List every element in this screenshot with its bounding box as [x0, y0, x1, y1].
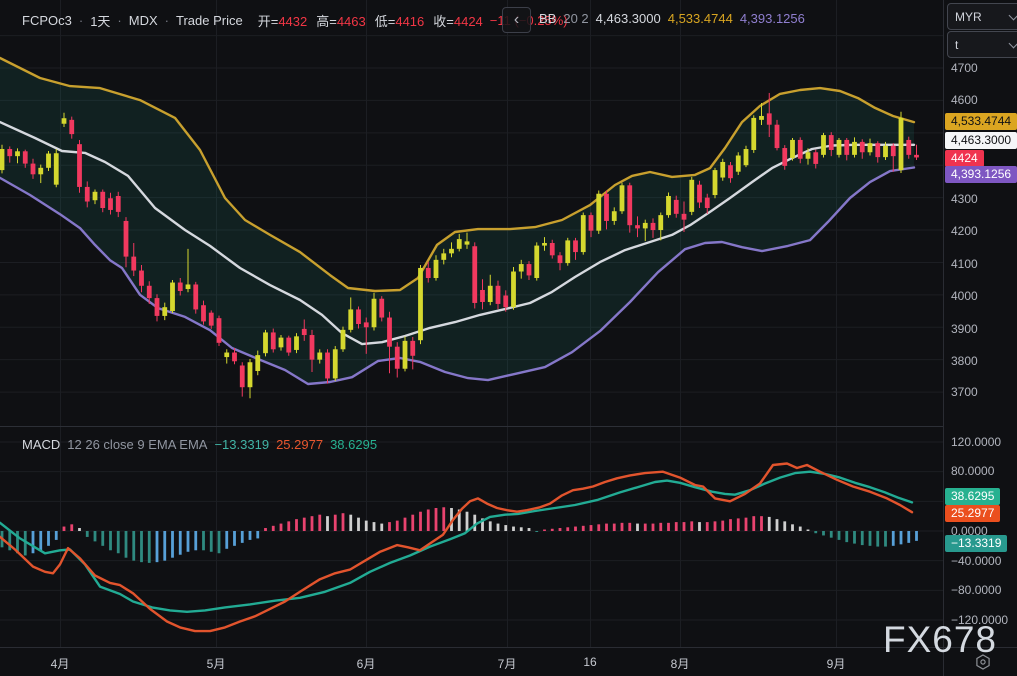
- time-tick-label: 6月: [342, 655, 390, 672]
- chevron-down-icon: [1009, 38, 1017, 48]
- chevron-down-icon: [1009, 10, 1017, 20]
- close-value: 4424: [454, 14, 483, 29]
- chart-canvas[interactable]: [0, 0, 943, 647]
- axis-tick-label: −40.0000: [951, 553, 1001, 569]
- close-label: 收=: [433, 14, 454, 29]
- price-type-label: Trade Price: [176, 13, 243, 28]
- axis-tick-label: 4300: [951, 191, 978, 207]
- currency-dropdown[interactable]: MYR: [947, 3, 1017, 30]
- axis-tick-label: 3700: [951, 384, 978, 400]
- bb-legend: BB 20 2 4,463.3000 4,533.4744 4,393.1256: [539, 11, 805, 26]
- macd-histogram-value: −13.3319: [214, 437, 269, 452]
- axis-tick-label: 4100: [951, 256, 978, 272]
- separator-dot: ·: [79, 13, 83, 28]
- axis-tick-label: 3800: [951, 353, 978, 369]
- open-value: 4432: [278, 14, 307, 29]
- unit-dropdown[interactable]: t: [947, 31, 1017, 58]
- time-tick-label: 16: [566, 655, 614, 669]
- currency-value: MYR: [955, 10, 982, 24]
- histogram-badge: −13.3319: [945, 535, 1007, 552]
- time-tick-label: 9月: [812, 655, 860, 672]
- time-tick-label: 7月: [483, 655, 531, 672]
- chart-properties-icon[interactable]: [974, 653, 992, 671]
- low-value: 4416: [395, 14, 424, 29]
- time-tick-label: 8月: [656, 655, 704, 672]
- bb-upper-value: 4,533.4744: [668, 11, 733, 26]
- symbol-name[interactable]: FCPOc3: [22, 13, 72, 28]
- bb-lower-value: 4,393.1256: [740, 11, 805, 26]
- macd-line-value: 38.6295: [330, 437, 377, 452]
- bb-params: 20 2: [563, 11, 588, 26]
- macd-params: 12 26 close 9 EMA EMA: [67, 437, 207, 452]
- bb-title[interactable]: BB: [539, 11, 556, 26]
- low-label: 低=: [375, 14, 396, 29]
- separator-dot: ·: [165, 13, 169, 28]
- last-price-badge: 4424: [945, 150, 984, 167]
- high-label: 高=: [316, 14, 337, 29]
- macd-title[interactable]: MACD: [22, 437, 60, 452]
- axis-tick-label: −80.0000: [951, 582, 1001, 598]
- ohlc-values: 开=4432 高=4463 低=4416 收=4424: [258, 11, 483, 30]
- bb-basis-value: 4,463.3000: [596, 11, 661, 26]
- macd-legend: MACD 12 26 close 9 EMA EMA −13.3319 25.2…: [22, 437, 377, 452]
- chevron-left-icon: ‹: [514, 12, 519, 28]
- exchange-label: MDX: [129, 13, 158, 28]
- high-value: 4463: [337, 14, 366, 29]
- axis-tick-label: 120.0000: [951, 434, 1001, 450]
- axis-tick-label: 3900: [951, 321, 978, 337]
- collapse-legend-button[interactable]: ‹: [502, 7, 531, 33]
- price-axis[interactable]: 4700 4600 4300 4200 4100 4000 3900 3800 3700 120.…: [943, 0, 1017, 647]
- bb-upper-badge: 4,533.4744: [945, 113, 1017, 130]
- trading-chart-window: FCPOc3 · 1天 · MDX · Trade Price 开=4432 高…: [0, 0, 1017, 676]
- symbol-legend: FCPOc3 · 1天 · MDX · Trade Price 开=4432 高…: [22, 11, 568, 30]
- time-tick-label: 5月: [192, 655, 240, 672]
- time-tick-label: 4月: [36, 655, 84, 672]
- axis-tick-label: 4600: [951, 92, 978, 108]
- axis-tick-label: 4700: [951, 60, 978, 76]
- axis-tick-label: 80.0000: [951, 463, 994, 479]
- macd-line-badge: 38.6295: [945, 488, 1000, 505]
- axis-tick-label: −120.0000: [951, 612, 1008, 628]
- interval-label[interactable]: 1天: [90, 11, 110, 30]
- axis-corner-separator: [943, 647, 944, 676]
- unit-value: t: [955, 38, 958, 52]
- bb-lower-badge: 4,393.1256: [945, 166, 1017, 183]
- time-axis[interactable]: 4月 5月 6月 7月 16 8月 9月: [0, 647, 1017, 676]
- macd-signal-value: 25.2977: [276, 437, 323, 452]
- separator-dot: ·: [117, 13, 121, 28]
- open-label: 开=: [258, 14, 279, 29]
- axis-tick-label: 4200: [951, 223, 978, 239]
- axis-tick-label: 4000: [951, 288, 978, 304]
- signal-line-badge: 25.2977: [945, 505, 1000, 522]
- bb-basis-badge: 4,463.3000: [945, 132, 1017, 149]
